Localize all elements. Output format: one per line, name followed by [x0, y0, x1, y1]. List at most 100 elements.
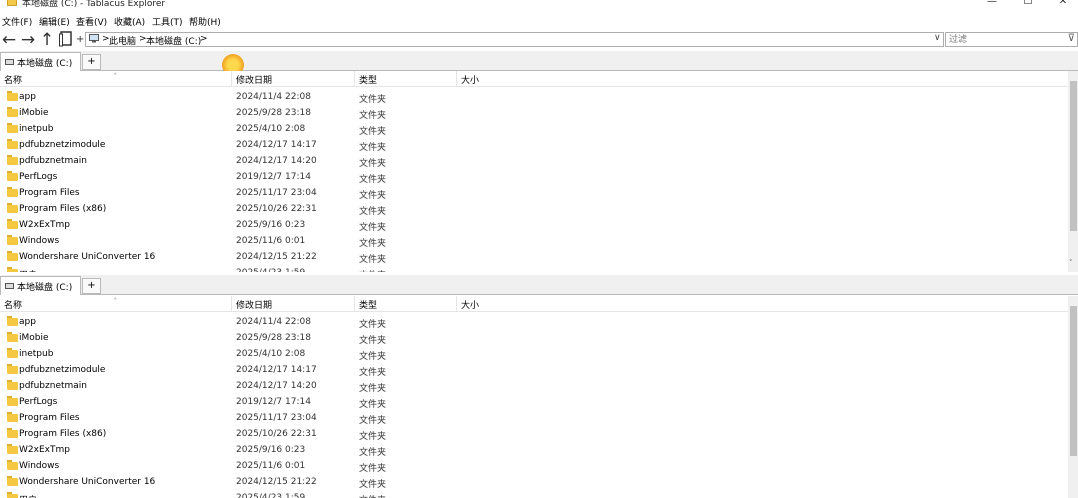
breadcrumb-this-pc[interactable]: 此电脑	[109, 34, 136, 47]
column-size[interactable]: 大小	[461, 298, 479, 311]
tablet-icon[interactable]	[58, 31, 74, 49]
menu-edit[interactable]: 编辑(E)	[39, 15, 70, 28]
tab-local-disk-top[interactable]: 本地磁盘 (C:)	[0, 52, 81, 71]
sort-caret-icon: ˆ	[113, 298, 118, 308]
folder-icon	[7, 364, 18, 374]
file-type: 文件夹	[359, 207, 387, 217]
drive-icon	[5, 283, 14, 289]
file-row[interactable]: iMobie 2025/9/28 23:18 文件夹	[0, 105, 1066, 121]
file-row[interactable]: inetpub 2025/4/10 2:08 文件夹	[0, 346, 1066, 362]
file-row[interactable]: Wondershare UniConverter 16 2024/12/15 21…	[0, 474, 1066, 490]
column-type[interactable]: 类型	[359, 298, 377, 311]
scroll-down-icon[interactable]: ˅	[1069, 259, 1073, 267]
column-date[interactable]: 修改日期	[236, 73, 272, 86]
scroll-thumb[interactable]	[1070, 81, 1077, 231]
file-row[interactable]: PerfLogs 2019/12/7 17:14 文件夹	[0, 394, 1066, 410]
file-row[interactable]: iMobie 2025/9/28 23:18 文件夹	[0, 330, 1066, 346]
filter-icon[interactable]: ⊽	[1068, 33, 1075, 44]
breadcrumb-local-disk[interactable]: 本地磁盘 (C:)	[146, 34, 201, 47]
file-row[interactable]: inetpub 2025/4/10 2:08 文件夹	[0, 121, 1066, 137]
file-name: Windows	[19, 236, 60, 246]
file-row[interactable]: 用户 2025/4/23 1:59 文件夹	[0, 265, 1066, 272]
file-name: inetpub	[19, 124, 54, 134]
folder-icon	[7, 123, 18, 133]
address-bar[interactable]: > 此电脑 > 本地磁盘 (C:) >	[85, 32, 944, 47]
file-row[interactable]: Program Files 2025/11/17 23:04 文件夹	[0, 185, 1066, 201]
filter-input[interactable]	[946, 33, 1061, 46]
folder-icon	[7, 476, 18, 486]
column-divider[interactable]	[354, 296, 355, 312]
tab-local-disk-bottom[interactable]: 本地磁盘 (C:)	[0, 276, 81, 295]
file-row[interactable]: app 2024/11/4 22:08 文件夹	[0, 314, 1066, 330]
file-type: 文件夹	[359, 416, 387, 426]
file-row[interactable]: pdfubznetzimodule 2024/12/17 14:17 文件夹	[0, 362, 1066, 378]
top-file-list: 名称 ˆ 修改日期 类型 大小 app 2024/11/4 22:08 文件夹 iMo…	[0, 71, 1078, 272]
menu-favorites[interactable]: 收藏(A)	[114, 15, 145, 28]
new-tab-button[interactable]: +	[76, 31, 84, 49]
file-type: 文件夹	[359, 352, 387, 362]
file-date: 2025/11/6 0:01	[236, 236, 306, 246]
address-dropdown-icon[interactable]: ∨	[934, 33, 941, 43]
column-name[interactable]: 名称	[4, 73, 22, 86]
file-type: 文件夹	[359, 268, 386, 272]
file-date: 2025/11/17 23:04	[236, 188, 317, 198]
up-arrow-icon[interactable]: ↑	[38, 31, 56, 49]
toolbar: ← → ↑ + > 此电脑 > 本地磁盘 (C:) > ⊽	[0, 29, 1078, 51]
folder-icon	[7, 412, 18, 422]
file-name: PerfLogs	[19, 172, 58, 182]
file-name: Windows	[19, 461, 60, 471]
file-row[interactable]: Windows 2025/11/6 0:01 文件夹	[0, 458, 1066, 474]
column-divider[interactable]	[231, 296, 232, 312]
file-name: Program Files	[19, 188, 80, 198]
file-row[interactable]: Program Files 2025/11/17 23:04 文件夹	[0, 410, 1066, 426]
menu-file[interactable]: 文件(F)	[2, 15, 32, 28]
column-divider[interactable]	[456, 296, 457, 312]
file-row[interactable]: Program Files (x86) 2025/10/26 22:31 文件夹	[0, 201, 1066, 217]
scroll-up-icon[interactable]: ˄	[1069, 71, 1073, 77]
folder-icon	[7, 155, 18, 165]
menu-view[interactable]: 查看(V)	[76, 15, 107, 28]
computer-icon	[89, 34, 99, 46]
forward-arrow-icon[interactable]: →	[19, 31, 37, 49]
column-date[interactable]: 修改日期	[236, 298, 272, 311]
file-name: app	[19, 92, 36, 102]
file-row[interactable]: PerfLogs 2019/12/7 17:14 文件夹	[0, 169, 1066, 185]
file-name: app	[19, 317, 36, 327]
file-row[interactable]: app 2024/11/4 22:08 文件夹	[0, 89, 1066, 105]
file-name: 用户	[19, 493, 37, 498]
file-row[interactable]: Program Files (x86) 2025/10/26 22:31 文件夹	[0, 426, 1066, 442]
scroll-thumb[interactable]	[1070, 306, 1077, 456]
folder-icon	[7, 444, 18, 454]
scroll-up-icon[interactable]: ˄	[1069, 296, 1073, 302]
column-divider[interactable]	[231, 71, 232, 87]
folder-icon	[7, 91, 18, 101]
menu-tools[interactable]: 工具(T)	[152, 15, 183, 28]
close-button[interactable]: ✕	[1048, 0, 1078, 9]
file-row[interactable]: 用户 2025/4/23 1:59 文件夹	[0, 490, 1066, 498]
file-row[interactable]: W2xExTmp 2025/9/16 0:23 文件夹	[0, 217, 1066, 233]
back-arrow-icon[interactable]: ←	[0, 31, 18, 49]
file-date: 2025/11/17 23:04	[236, 413, 317, 423]
minimize-button[interactable]: —	[977, 0, 1007, 9]
vertical-scrollbar[interactable]: ˄ ˅	[1068, 71, 1078, 272]
file-date: 2025/9/28 23:18	[236, 108, 311, 118]
menu-help[interactable]: 帮助(H)	[189, 15, 221, 28]
drive-icon	[5, 59, 14, 65]
column-size[interactable]: 大小	[461, 73, 479, 86]
file-row[interactable]: Wondershare UniConverter 16 2024/12/15 21…	[0, 249, 1066, 265]
column-divider[interactable]	[354, 71, 355, 87]
file-row[interactable]: pdfubznetzimodule 2024/12/17 14:17 文件夹	[0, 137, 1066, 153]
column-divider[interactable]	[456, 71, 457, 87]
file-row[interactable]: pdfubznetmain 2024/12/17 14:20 文件夹	[0, 153, 1066, 169]
file-row[interactable]: pdfubznetmain 2024/12/17 14:20 文件夹	[0, 378, 1066, 394]
column-type[interactable]: 类型	[359, 73, 377, 86]
maximize-button[interactable]: ☐	[1013, 0, 1043, 9]
vertical-scrollbar[interactable]: ˄	[1068, 296, 1078, 498]
add-tab-button[interactable]: +	[82, 54, 101, 70]
file-row[interactable]: W2xExTmp 2025/9/16 0:23 文件夹	[0, 442, 1066, 458]
file-name: W2xExTmp	[19, 220, 70, 230]
file-row[interactable]: Windows 2025/11/6 0:01 文件夹	[0, 233, 1066, 249]
add-tab-button[interactable]: +	[82, 278, 101, 294]
file-type: 文件夹	[359, 368, 387, 378]
column-name[interactable]: 名称	[4, 298, 22, 311]
